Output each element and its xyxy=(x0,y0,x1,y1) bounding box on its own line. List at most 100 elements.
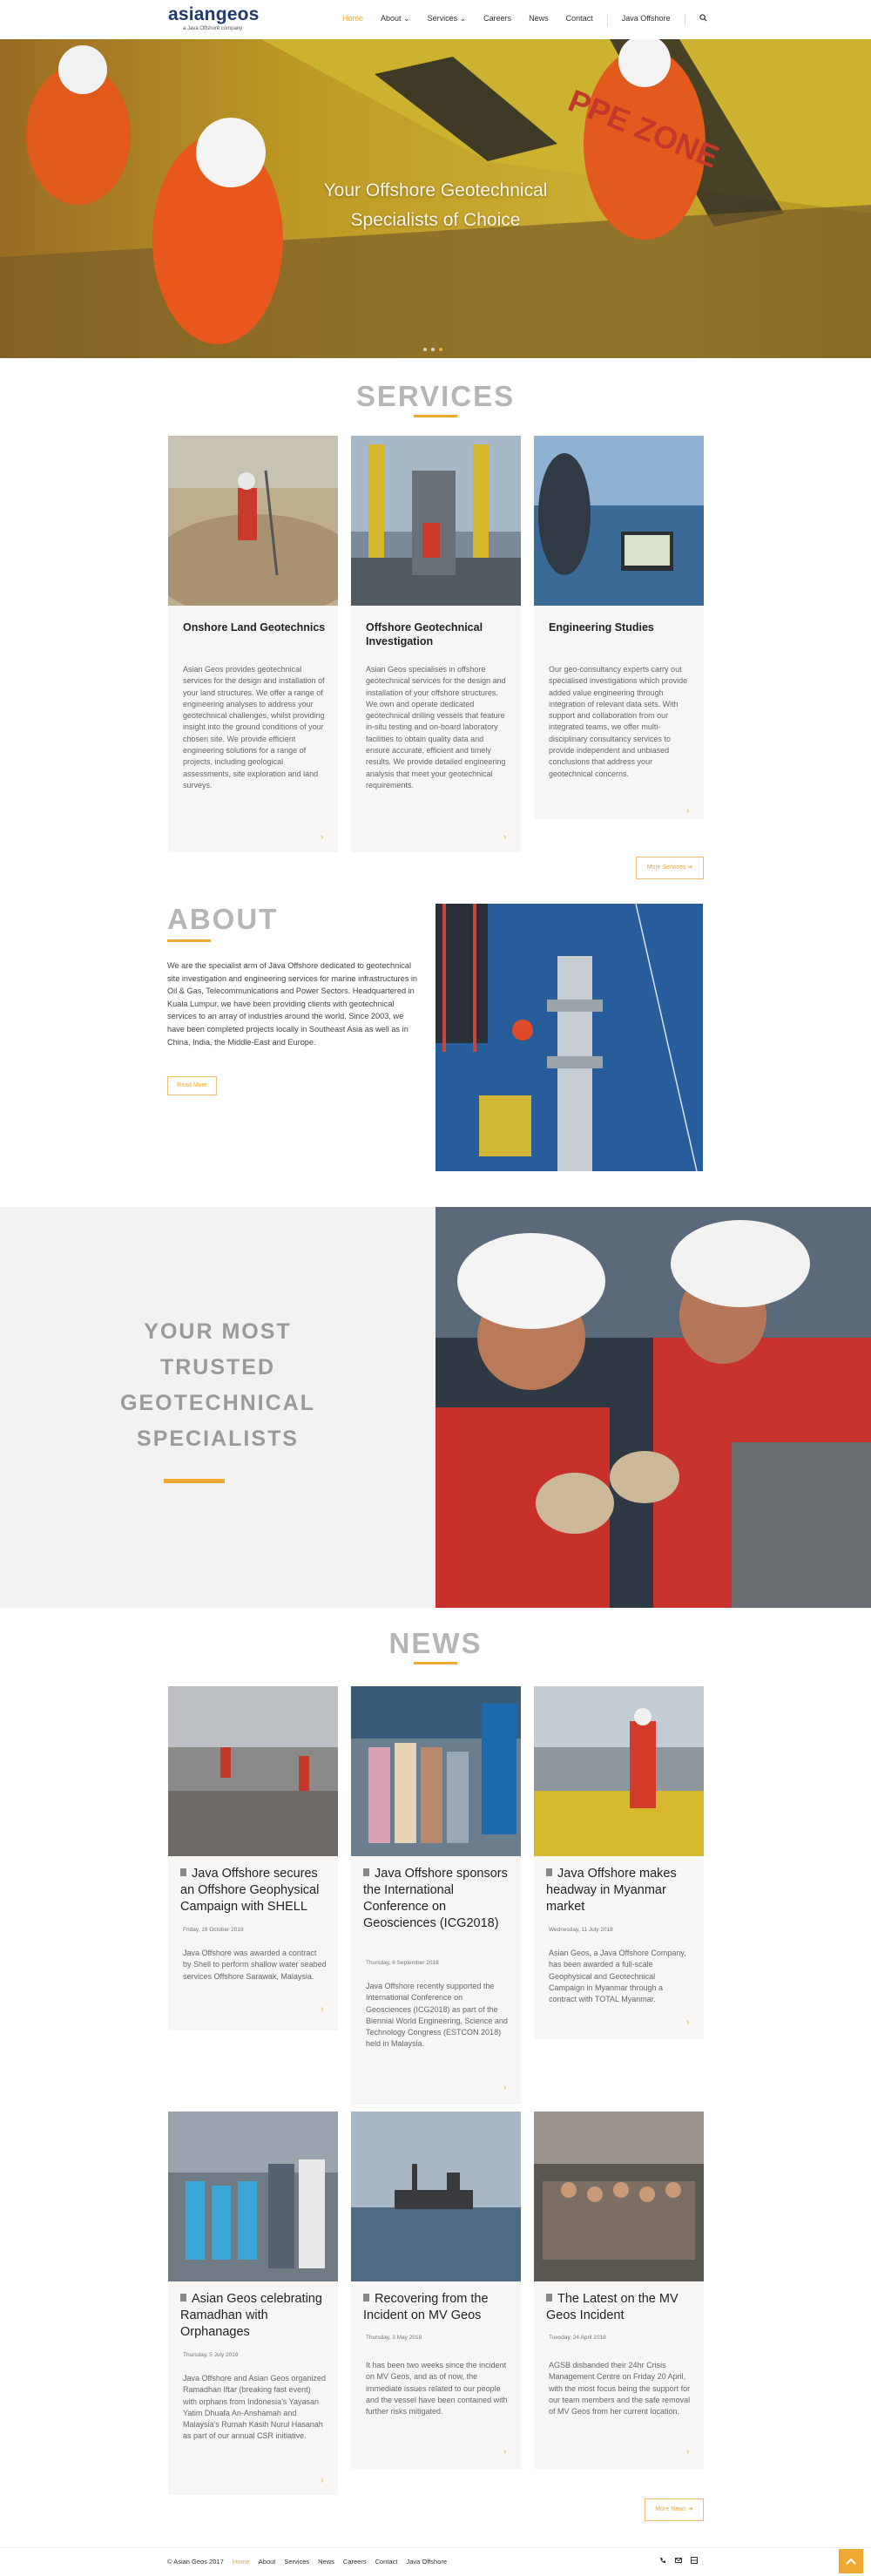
arrow-icon[interactable]: › xyxy=(503,2447,506,2457)
nav-contact[interactable]: Contact xyxy=(557,14,602,26)
service-description: Asian Geos provides geotechnical service… xyxy=(183,665,325,790)
news-card[interactable]: Java Offshore secures an Offshore Geophy… xyxy=(168,1686,338,2030)
document-icon xyxy=(363,1868,369,1876)
service-description: Asian Geos specialises in offshore geote… xyxy=(366,665,506,790)
news-title[interactable]: Recovering from the Incident on MV Geos xyxy=(363,2291,513,2324)
document-icon xyxy=(180,1868,186,1876)
more-services-button[interactable]: More Services ➔ xyxy=(636,857,704,879)
arrow-icon[interactable]: › xyxy=(503,832,506,842)
news-title[interactable]: Java Offshore sponsors the International… xyxy=(363,1866,513,1932)
document-icon xyxy=(546,1868,552,1876)
news-title[interactable]: Java Offshore secures an Offshore Geophy… xyxy=(180,1866,330,1915)
about-text: We are the specialist arm of Java Offsho… xyxy=(167,961,417,1047)
phone-icon[interactable] xyxy=(659,2557,666,2564)
logo-tagline: a Java Offshore company xyxy=(183,26,243,31)
chevron-up-icon xyxy=(846,2558,856,2565)
hero-title-line: Specialists of Choice xyxy=(350,210,521,230)
read-more-button[interactable]: Read More xyxy=(167,1076,217,1095)
service-card[interactable]: Onshore Land Geotechnics Asian Geos prov… xyxy=(168,436,338,852)
about-image xyxy=(436,904,703,1171)
news-image xyxy=(534,2112,704,2281)
news-image xyxy=(168,1686,338,1856)
nav-services[interactable]: Services ⌄ xyxy=(419,14,476,26)
news-title-text: Java Offshore sponsors the International… xyxy=(363,1867,508,1930)
service-description: Our geo-consultancy experts carry out sp… xyxy=(549,665,688,778)
arrow-icon[interactable]: › xyxy=(686,806,689,816)
footer-link-about[interactable]: About xyxy=(259,2558,276,2566)
more-news-button[interactable]: More News ➔ xyxy=(645,2498,704,2521)
trusted-line: YOUR MOST xyxy=(144,1319,292,1344)
news-title-text: Recovering from the Incident on MV Geos xyxy=(363,2292,489,2322)
footer-link-contact[interactable]: Contact xyxy=(375,2558,398,2566)
nav-careers[interactable]: Careers xyxy=(475,14,520,26)
news-title[interactable]: Java Offshore makes headway in Myanmar m… xyxy=(546,1866,696,1915)
arrow-icon[interactable]: › xyxy=(686,2447,689,2457)
news-excerpt: Asian Geos, a Java Offshore Company, has… xyxy=(549,1949,686,2004)
trusted-heading: YOUR MOST TRUSTED GEOTECHNICAL SPECIALIS… xyxy=(87,1314,348,1457)
about-underline xyxy=(167,939,211,942)
news-title[interactable]: Asian Geos celebrating Ramadhan with Orp… xyxy=(180,2291,330,2341)
trusted-line: SPECIALISTS xyxy=(137,1427,299,1451)
arrow-icon[interactable]: › xyxy=(321,2004,323,2014)
news-date: Tuesday, 24 April 2018 xyxy=(549,2335,606,2341)
footer-link-services[interactable]: Services xyxy=(284,2558,309,2566)
arrow-icon[interactable]: › xyxy=(686,2017,689,2027)
service-card[interactable]: Offshore Geotechnical Investigation Asia… xyxy=(351,436,521,852)
footer-copyright: © Asian Geos 2017 xyxy=(167,2558,224,2566)
news-excerpt: It has been two weeks since the incident… xyxy=(366,2361,508,2417)
service-title: Onshore Land Geotechnics xyxy=(183,621,326,634)
email-icon[interactable] xyxy=(675,2557,682,2564)
news-underline xyxy=(414,1662,457,1664)
search-icon[interactable] xyxy=(691,14,716,26)
footer-link-java-offshore[interactable]: Java Offshore xyxy=(406,2558,447,2566)
service-image-engineering xyxy=(534,436,704,606)
site-footer: © Asian Geos 2017 Home About Services Ne… xyxy=(0,2547,871,2576)
main-nav: Home About ⌄ Services ⌄ Careers News Con… xyxy=(334,14,716,26)
back-to-top-button[interactable] xyxy=(839,2549,863,2573)
news-card[interactable]: Asian Geos celebrating Ramadhan with Orp… xyxy=(168,2112,338,2495)
about-heading: ABOUT xyxy=(167,903,279,935)
slider-dot-active[interactable] xyxy=(439,348,442,351)
slider-dot[interactable] xyxy=(423,348,427,351)
nav-java-offshore[interactable]: Java Offshore xyxy=(613,14,679,26)
arrow-icon[interactable]: › xyxy=(503,2083,506,2092)
services-heading: SERVICES xyxy=(355,380,516,412)
site-logo[interactable]: asiangeos xyxy=(168,4,260,25)
nav-news[interactable]: News xyxy=(520,14,557,26)
service-card[interactable]: Engineering Studies Our geo-consultancy … xyxy=(534,436,704,819)
news-date: Thursday, 6 September 2018 xyxy=(366,1960,439,1966)
news-image xyxy=(534,1686,704,1856)
document-icon xyxy=(546,2294,552,2301)
footer-link-home[interactable]: Home xyxy=(233,2558,250,2566)
footer-link-news[interactable]: News xyxy=(318,2558,334,2566)
news-card[interactable]: Java Offshore makes headway in Myanmar m… xyxy=(534,1686,704,2039)
news-title-text: Java Offshore secures an Offshore Geophy… xyxy=(180,1867,320,1914)
news-card[interactable]: Java Offshore sponsors the International… xyxy=(351,1686,521,2105)
nav-home[interactable]: Home xyxy=(334,14,372,26)
news-excerpt: Java Offshore and Asian Geos organized R… xyxy=(183,2374,326,2441)
trusted-line: TRUSTED xyxy=(159,1355,276,1380)
news-excerpt: AGSB disbanded their 24hr Crisis Managem… xyxy=(549,2361,691,2417)
service-image-offshore xyxy=(351,436,521,606)
nav-divider xyxy=(606,14,608,26)
footer-link-careers[interactable]: Careers xyxy=(343,2558,367,2566)
document-icon xyxy=(180,2294,186,2301)
news-card[interactable]: Recovering from the Incident on MV Geos … xyxy=(351,2112,521,2469)
news-title[interactable]: The Latest on the MV Geos Incident xyxy=(546,2291,696,2324)
news-image xyxy=(168,2112,338,2281)
service-image-onshore xyxy=(168,436,338,606)
document-icon xyxy=(363,2294,369,2301)
nav-about[interactable]: About ⌄ xyxy=(372,14,419,26)
arrow-icon[interactable]: › xyxy=(321,832,323,842)
slider-dot[interactable] xyxy=(431,348,435,351)
news-card[interactable]: The Latest on the MV Geos Incident Tuesd… xyxy=(534,2112,704,2469)
news-title-text: The Latest on the MV Geos Incident xyxy=(546,2292,679,2322)
news-title-text: Asian Geos celebrating Ramadhan with Orp… xyxy=(180,2292,322,2339)
footer-nav: © Asian Geos 2017 Home About Services Ne… xyxy=(167,2558,456,2566)
news-image xyxy=(351,2112,521,2281)
arrow-icon[interactable]: › xyxy=(321,2476,323,2485)
grid-icon[interactable] xyxy=(691,2557,698,2564)
news-heading: NEWS xyxy=(388,1627,483,1659)
news-image xyxy=(351,1686,521,1856)
hero-title: Your Offshore Geotechnical Specialists o… xyxy=(287,176,584,235)
